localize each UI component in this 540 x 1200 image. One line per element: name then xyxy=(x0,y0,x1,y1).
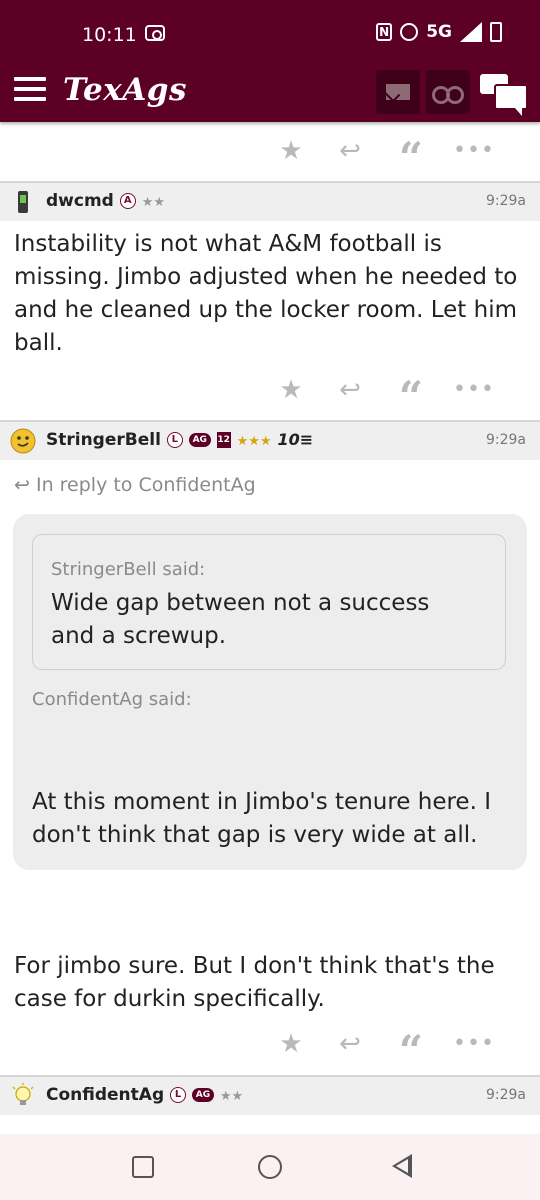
quote-block: StringerBell said: Wide gap between not … xyxy=(13,514,527,870)
status-icons: N 5G xyxy=(376,22,502,42)
system-nav-bar xyxy=(0,1134,540,1200)
ten-year-badge: 10≡ xyxy=(277,430,314,449)
recents-icon[interactable] xyxy=(132,1156,154,1178)
battery-icon xyxy=(490,22,502,42)
more-icon[interactable]: ••• xyxy=(453,375,494,405)
reply-icon[interactable]: ↩ xyxy=(334,375,366,405)
rank-badge: L xyxy=(166,432,183,448)
star-icon[interactable]: ★ xyxy=(275,375,307,405)
signal-icon xyxy=(460,22,482,42)
nested-quote-block: StringerBell said: Wide gap between not … xyxy=(32,534,506,670)
quote-icon[interactable]: “ xyxy=(395,136,427,180)
reply-arrow-icon: ↩ xyxy=(14,474,36,496)
ag-badge: AG xyxy=(191,1088,214,1102)
screen-record-icon xyxy=(145,25,165,41)
stars-badge: ★★ xyxy=(141,195,165,210)
post-actions: ★ ↩ “ ••• xyxy=(275,375,515,419)
nfc-icon: N xyxy=(376,23,393,41)
network-type: 5G xyxy=(426,22,452,42)
post-username[interactable]: ConfidentAg L AG ★★ xyxy=(46,1085,243,1105)
username-text[interactable]: dwcmd xyxy=(46,191,114,211)
post-actions: ★ ↩ “ ••• xyxy=(275,1029,515,1073)
stars-badge: ★★ xyxy=(219,1089,244,1104)
alarm-icon xyxy=(400,23,419,41)
ag-badge: AG xyxy=(188,433,211,447)
post-time[interactable]: 9:29a xyxy=(486,432,526,448)
post-time[interactable]: 9:29a xyxy=(486,1087,526,1103)
reply-icon[interactable]: ↩ xyxy=(334,136,366,166)
username-text[interactable]: ConfidentAg xyxy=(46,1085,164,1105)
quote-icon[interactable]: “ xyxy=(395,375,427,419)
more-icon[interactable]: ••• xyxy=(453,1029,494,1059)
in-reply-text[interactable]: In reply to ConfidentAg xyxy=(36,474,256,496)
quote-text: At this moment in Jimbo's tenure here. I… xyxy=(32,789,491,848)
post-actions: ★ ↩ “ ••• xyxy=(275,136,515,180)
twelfth-man-badge: 12 xyxy=(216,432,231,448)
username-text[interactable]: StringerBell xyxy=(46,430,161,450)
mail-icon[interactable] xyxy=(376,70,420,114)
nested-quote-text: Wide gap between not a success and a scr… xyxy=(51,590,430,649)
post-time[interactable]: 9:29a xyxy=(486,193,526,209)
post-header: StringerBell L AG 12 ★★★ 10≡ 9:29a xyxy=(0,420,540,460)
chat-icon[interactable] xyxy=(480,72,528,116)
more-icon[interactable]: ••• xyxy=(453,136,494,166)
stars-badge: ★★★ xyxy=(236,434,272,449)
home-icon[interactable] xyxy=(258,1155,282,1179)
binoculars-icon[interactable] xyxy=(426,70,470,114)
status-bar: 10:11 N 5G xyxy=(0,0,540,60)
app-bar: TexAgs xyxy=(0,60,540,122)
status-time: 10:11 xyxy=(82,24,137,46)
reply-icon[interactable]: ↩ xyxy=(334,1029,366,1059)
post-username[interactable]: dwcmd A ★★ xyxy=(46,191,165,211)
star-icon[interactable]: ★ xyxy=(275,136,307,166)
quote-icon[interactable]: “ xyxy=(395,1029,427,1073)
site-logo[interactable]: TexAgs xyxy=(63,72,187,108)
post-body: For jimbo sure. But I don't think that's… xyxy=(14,953,495,1012)
menu-icon[interactable] xyxy=(14,77,46,101)
post-header: dwcmd A ★★ 9:29a xyxy=(0,181,540,221)
post-body: Instability is not what A&M football is … xyxy=(14,231,518,356)
rank-badge: L xyxy=(170,1087,187,1103)
phone-avatar-icon[interactable] xyxy=(10,189,36,215)
nested-quote-author: StringerBell said: xyxy=(51,559,206,580)
lightbulb-avatar-icon[interactable] xyxy=(10,1083,36,1109)
back-icon[interactable] xyxy=(392,1154,412,1178)
rank-badge: A xyxy=(119,193,136,209)
quote-author: ConfidentAg said: xyxy=(32,689,192,710)
in-reply-link[interactable]: ↩ In reply to ConfidentAg xyxy=(14,474,256,496)
post-username[interactable]: StringerBell L AG 12 ★★★ 10≡ xyxy=(46,430,313,450)
smiley-avatar-icon[interactable] xyxy=(10,428,36,454)
post-header: ConfidentAg L AG ★★ 9:29a xyxy=(0,1075,540,1115)
star-icon[interactable]: ★ xyxy=(275,1029,307,1059)
